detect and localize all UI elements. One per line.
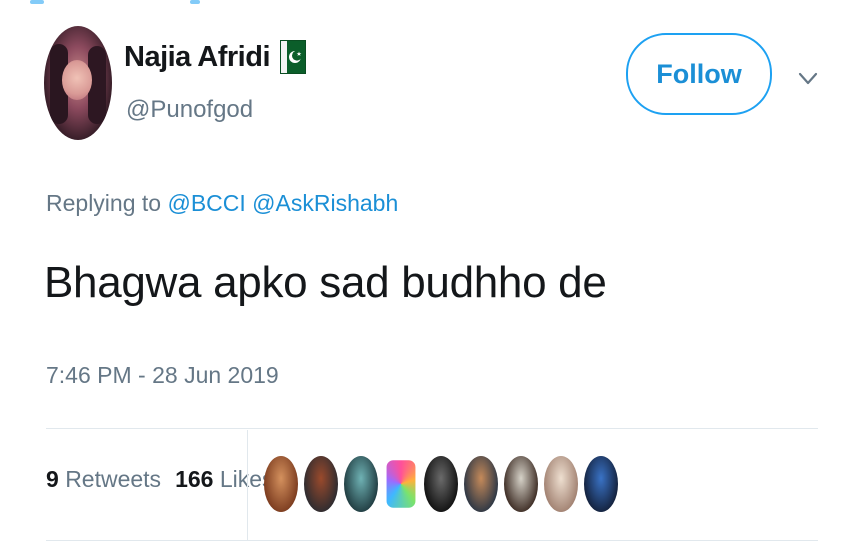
author-display-name[interactable]: Najia Afridi (124, 41, 271, 74)
follow-button[interactable]: Follow (626, 33, 772, 115)
stats-bottom-divider (46, 540, 818, 541)
author-handle[interactable]: @Punofgod (126, 96, 253, 124)
liker-avatar-4[interactable] (386, 460, 416, 508)
liker-avatar-9[interactable] (584, 456, 618, 512)
stats-divider (247, 430, 248, 540)
stats-top-divider (46, 428, 818, 429)
author-name-row: Najia Afridi (124, 40, 307, 74)
pakistan-flag-icon (280, 40, 307, 74)
author-avatar[interactable] (44, 26, 112, 140)
liker-avatar-6[interactable] (464, 456, 498, 512)
retweets-stat[interactable]: 9 Retweets (46, 466, 161, 493)
liker-avatar-7[interactable] (504, 456, 538, 512)
retweets-label: Retweets (65, 466, 162, 492)
replying-to-label: Replying to (46, 190, 162, 216)
liker-avatars (264, 456, 618, 512)
replying-to-line: Replying to @BCCI @AskRishabh (46, 190, 398, 217)
tweet-text: Bhagwa apko sad budhho de (44, 258, 607, 307)
tweet-timestamp[interactable]: 7:46 PM - 28 Jun 2019 (46, 362, 279, 389)
mention-link-bcci[interactable]: @BCCI (167, 190, 245, 216)
chevron-down-icon[interactable] (796, 66, 820, 90)
liker-avatar-2[interactable] (304, 456, 338, 512)
liker-avatar-1[interactable] (264, 456, 298, 512)
likes-stat[interactable]: 166 Likes (175, 466, 273, 493)
likes-count: 166 (175, 466, 214, 492)
retweets-count: 9 (46, 466, 59, 492)
liker-avatar-3[interactable] (344, 456, 378, 512)
liker-avatar-8[interactable] (544, 456, 578, 512)
liker-avatar-5[interactable] (424, 456, 458, 512)
previous-tweet-edge (0, 0, 850, 6)
tweet-stats: 9 Retweets 166 Likes (46, 466, 274, 493)
mention-link-askrishabh[interactable]: @AskRishabh (252, 190, 398, 216)
